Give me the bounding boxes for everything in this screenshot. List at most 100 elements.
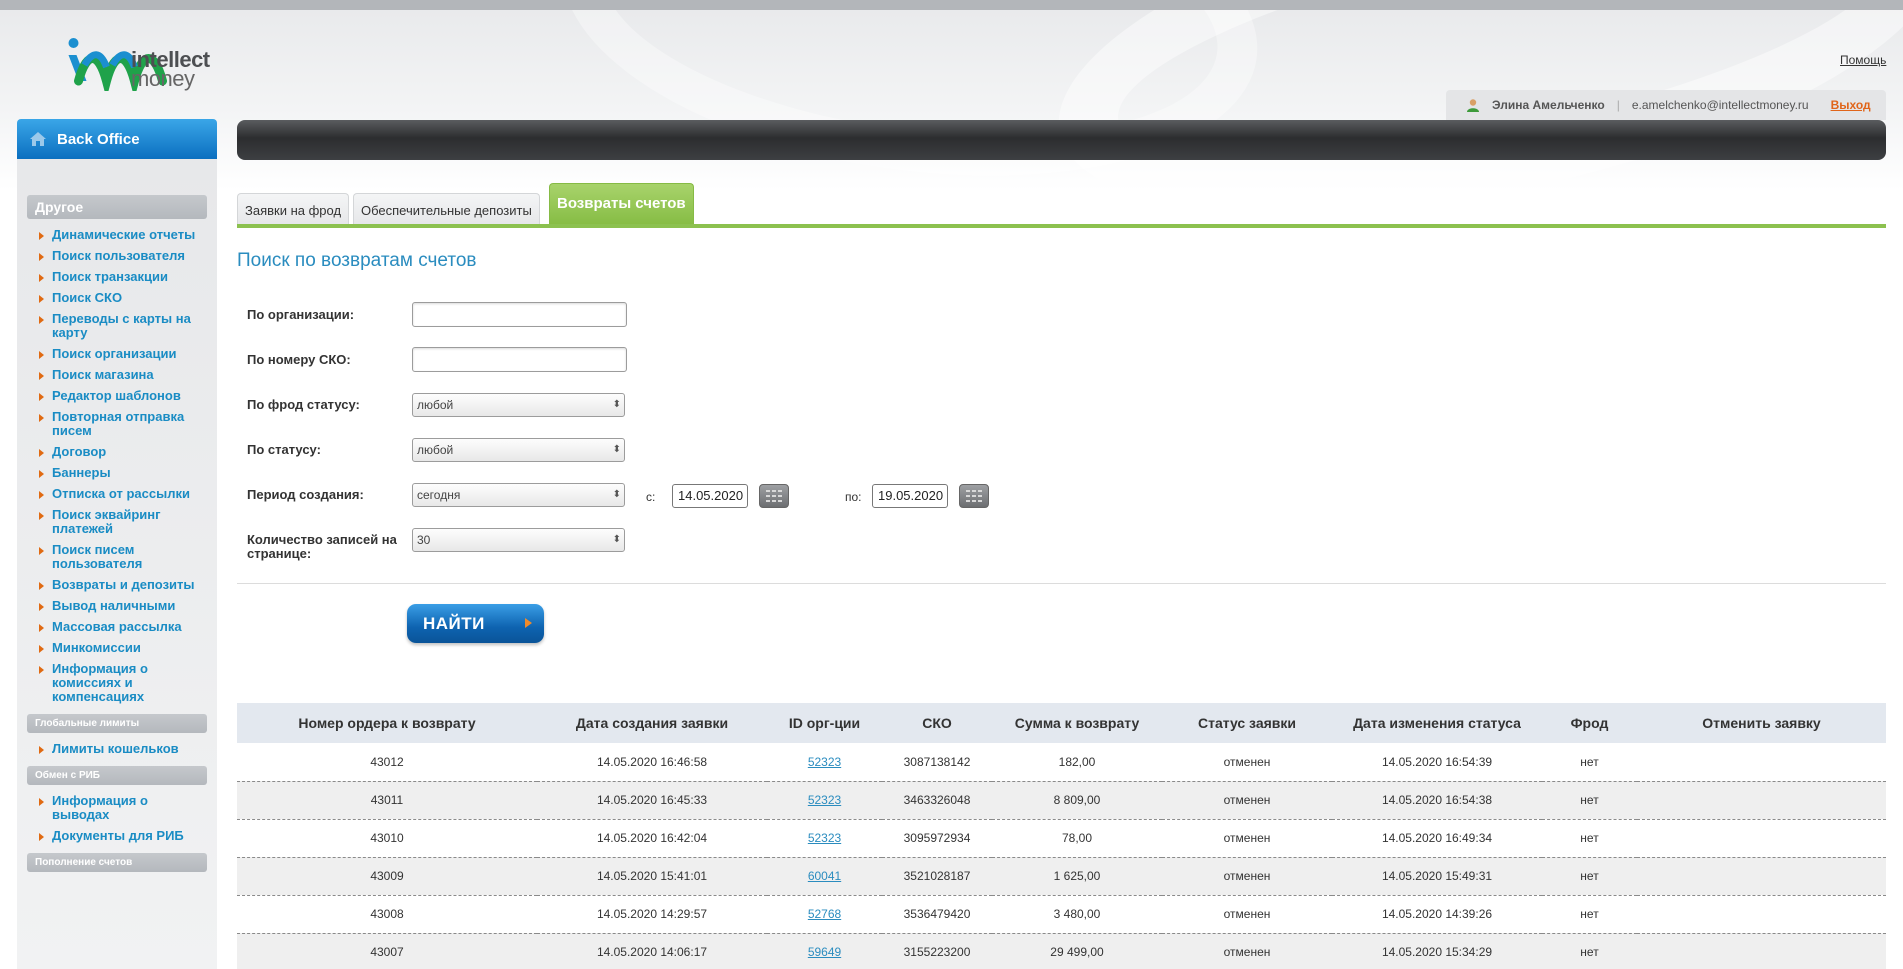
sidebar-item-card-transfers[interactable]: Переводы с карты на карту — [17, 309, 217, 344]
from-calendar-icon[interactable] — [759, 484, 789, 508]
col-request-status[interactable]: Статус заявки — [1162, 703, 1332, 743]
cell-fraud: нет — [1580, 907, 1599, 921]
cell-amount: 29 499,00 — [1050, 945, 1104, 959]
sidebar-item-transaction-search[interactable]: Поиск транзакции — [17, 267, 217, 288]
from-date-input[interactable]: 14.05.2020 — [672, 484, 748, 508]
cell-amount: 182,00 — [1058, 754, 1096, 769]
cell-status: отменен — [1223, 831, 1271, 845]
cell-created: 14.05.2020 16:45:33 — [596, 793, 708, 807]
cell-status-changed: 14.05.2020 16:54:38 — [1381, 793, 1493, 807]
col-fraud[interactable]: Фрод — [1542, 703, 1637, 743]
cell-fraud: нет — [1580, 793, 1599, 807]
org-input[interactable] — [412, 302, 627, 327]
cell-amount: 3 480,00 — [1053, 907, 1101, 921]
sidebar-section-rib: Информация о выводах Документы для РИБ — [17, 791, 217, 847]
cell-fraud: нет — [1580, 754, 1599, 769]
tab-security-deposits[interactable]: Обеспечительные депозиты — [353, 193, 540, 227]
org-id-link[interactable]: 52323 — [808, 793, 841, 807]
sidebar-item-wallet-limits[interactable]: Лимиты кошельков — [17, 739, 217, 760]
sidebar-item-resend-letters[interactable]: Повторная отправка писем — [17, 407, 217, 442]
user-email: e.amelchenko@intellectmoney.ru — [1631, 98, 1809, 112]
sko-input[interactable] — [412, 347, 627, 372]
cell-sko: 3536479420 — [903, 907, 971, 921]
sidebar-item-refunds-deposits[interactable]: Возвраты и депозиты — [17, 575, 217, 596]
sidebar-item-mass-mailing[interactable]: Массовая рассылка — [17, 617, 217, 638]
fraud-status-label: По фрод статусу: — [247, 397, 360, 412]
sidebar-item-sko-search[interactable]: Поиск СКО — [17, 288, 217, 309]
col-created-date[interactable]: Дата создания заявки — [537, 703, 767, 743]
col-org-id[interactable]: ID орг-ции — [767, 703, 882, 743]
sidebar-item-commission-info[interactable]: Информация о комиссиях и компенсациях — [17, 659, 217, 708]
tab-account-refunds[interactable]: Возвраты счетов — [549, 183, 694, 227]
org-id-link[interactable]: 59649 — [808, 945, 841, 959]
status-label: По статусу: — [247, 442, 321, 457]
sidebar-item-user-letters[interactable]: Поиск писем пользователя — [17, 540, 217, 575]
home-icon — [30, 132, 46, 146]
logo-text: intellect money — [131, 49, 210, 90]
sidebar-item-contract[interactable]: Договор — [17, 442, 217, 463]
find-button[interactable]: НАЙТИ — [407, 604, 544, 643]
sko-label: По номеру СКО: — [247, 352, 351, 367]
sidebar-item-org-search[interactable]: Поиск организации — [17, 344, 217, 365]
cell-order: 43007 — [370, 945, 404, 959]
fraud-status-select[interactable]: любой — [412, 393, 625, 417]
sidebar-item-cash-withdrawal[interactable]: Вывод наличными — [17, 596, 217, 617]
tab-fraud-requests[interactable]: Заявки на фрод — [237, 193, 350, 227]
sidebar-item-acquiring-search[interactable]: Поиск эквайринг платежей — [17, 505, 217, 540]
col-refund-amount[interactable]: Сумма к возврату — [992, 703, 1162, 743]
sidebar-item-user-search[interactable]: Поиск пользователя — [17, 246, 217, 267]
cell-order: 43008 — [370, 907, 404, 921]
per-page-label: Количество записей на странице: — [247, 532, 397, 561]
period-select[interactable]: сегодня — [412, 483, 625, 507]
from-date-label: с: — [646, 490, 656, 504]
back-office-header[interactable]: Back Office — [17, 119, 217, 159]
cell-sko: 3155223200 — [903, 945, 971, 959]
col-order-number[interactable]: Номер ордера к возврату — [237, 703, 537, 743]
cell-order: 43011 — [370, 793, 404, 807]
col-sko[interactable]: СКО — [882, 703, 992, 743]
user-icon — [1467, 99, 1479, 112]
sidebar-item-banners[interactable]: Баннеры — [17, 463, 217, 484]
cell-status-changed: 14.05.2020 16:49:34 — [1381, 831, 1493, 845]
to-date-label: по: — [845, 490, 862, 504]
org-id-link[interactable]: 52323 — [808, 831, 841, 845]
cell-sko: 3463326048 — [903, 793, 971, 807]
sidebar-item-withdrawal-info[interactable]: Информация о выводах — [17, 791, 217, 826]
sidebar-item-template-editor[interactable]: Редактор шаблонов — [17, 386, 217, 407]
top-strip — [0, 0, 1903, 10]
status-select[interactable]: любой — [412, 438, 625, 462]
cell-amount: 78,00 — [1061, 831, 1093, 845]
org-id-link[interactable]: 60041 — [808, 869, 841, 883]
to-date-input[interactable]: 19.05.2020 — [872, 484, 948, 508]
sidebar-item-shop-search[interactable]: Поиск магазина — [17, 365, 217, 386]
sidebar-item-rib-documents[interactable]: Документы для РИБ — [17, 826, 217, 847]
cell-sko: 3521028187 — [903, 869, 971, 883]
per-page-select[interactable]: 30 — [412, 528, 625, 552]
org-id-link[interactable]: 52768 — [808, 907, 841, 921]
cell-cancel — [1637, 819, 1886, 857]
col-cancel[interactable]: Отменить заявку — [1637, 703, 1886, 743]
table-row: 43012 14.05.2020 16:46:58 52323 30871381… — [237, 743, 1886, 781]
refunds-table: Номер ордера к возврату Дата создания за… — [237, 703, 1886, 969]
cell-created: 14.05.2020 16:46:58 — [596, 754, 708, 769]
cell-org-id: 52323 — [767, 819, 882, 857]
table-header-row: Номер ордера к возврату Дата создания за… — [237, 703, 1886, 743]
page-title: Поиск по возвратам счетов — [237, 250, 477, 271]
sidebar-item-unsubscribe[interactable]: Отписка от рассылки — [17, 484, 217, 505]
cell-cancel — [1637, 743, 1886, 781]
sidebar: Другое Динамические отчеты Поиск пользов… — [17, 159, 217, 969]
user-name: Элина Амельченко — [1492, 98, 1605, 112]
org-id-link[interactable]: 52323 — [808, 755, 841, 769]
cell-order: 43012 — [370, 754, 404, 769]
sidebar-item-min-commissions[interactable]: Минкомиссии — [17, 638, 217, 659]
sidebar-item-dynamic-reports[interactable]: Динамические отчеты — [17, 225, 217, 246]
cell-created: 14.05.2020 14:06:17 — [596, 945, 708, 959]
to-calendar-icon[interactable] — [959, 484, 989, 508]
table-row: 43009 14.05.2020 15:41:01 60041 35210281… — [237, 857, 1886, 895]
help-link[interactable]: Помощь — [1840, 53, 1886, 67]
logout-link[interactable]: Выход — [1831, 98, 1871, 112]
back-office-title: Back Office — [57, 130, 140, 148]
col-status-changed[interactable]: Дата изменения статуса — [1332, 703, 1542, 743]
table-row: 43011 14.05.2020 16:45:33 52323 34633260… — [237, 781, 1886, 819]
cell-sko: 3087138142 — [903, 754, 971, 769]
